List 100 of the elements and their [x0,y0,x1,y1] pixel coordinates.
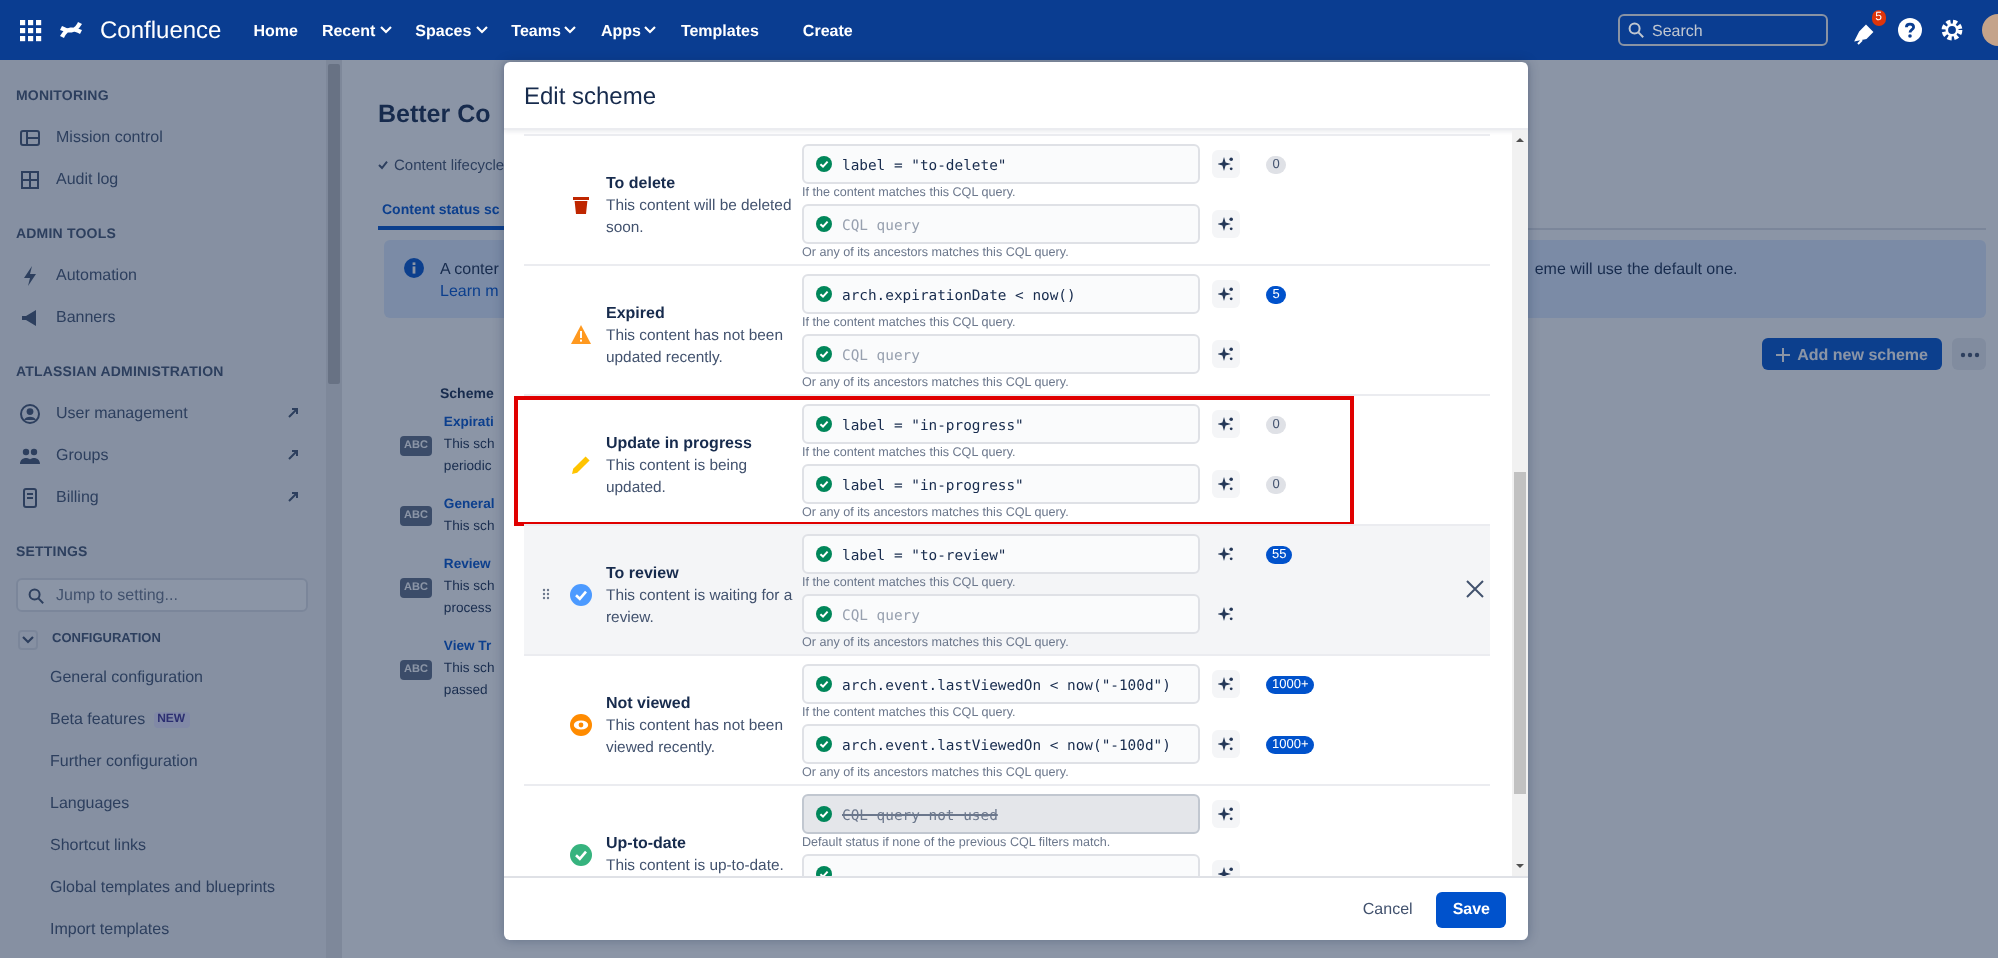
dialog-title: Edit scheme [524,81,657,109]
logo-icon[interactable] [60,20,82,40]
warning-icon [569,323,591,345]
learn-more-link[interactable]: Learn m [440,280,499,302]
sparkle-button[interactable] [1212,800,1240,828]
sidebar-item[interactable]: Audit log [16,158,326,200]
drag-handle-icon[interactable] [541,588,549,600]
cancel-button[interactable]: Cancel [1358,892,1417,926]
sidebar-item[interactable]: Beta features [50,710,146,728]
app-switcher-icon[interactable] [20,19,42,41]
megaphone-icon [20,307,40,327]
sparkle-button[interactable] [1212,210,1240,238]
collapse-toggle[interactable] [18,629,38,649]
sparkle-button[interactable] [1212,340,1240,368]
status-name: To review [606,561,681,583]
sidebar-item[interactable]: General configuration [50,668,203,686]
save-button[interactable]: Save [1436,891,1506,927]
close-icon [1465,579,1483,597]
sparkle-button[interactable] [1212,410,1240,438]
add-scheme-button[interactable]: Add new scheme [1761,338,1942,370]
sidebar-item[interactable]: Automation [16,254,326,296]
sidebar-item[interactable]: Billing [16,476,326,518]
status-name: To delete [606,171,678,193]
search-icon [1628,22,1644,38]
search-field[interactable]: Search [1618,14,1828,46]
sparkle-icon [1218,546,1234,562]
caret-icon [564,26,577,34]
external-link-icon [288,492,298,502]
status-name: Update in progress [606,431,754,453]
scrollbar[interactable] [326,60,342,958]
nav-menu-item[interactable]: Home [253,21,298,39]
sidebar-item[interactable]: Global templates and blueprints [50,878,276,896]
sidebar-item[interactable]: Import templates [50,920,170,938]
nav-menu-item[interactable]: Apps [600,21,657,39]
caret-icon [475,26,488,34]
sparkle-icon [1218,346,1234,362]
check-icon [816,346,832,362]
sparkle-icon [1218,806,1234,822]
sparkle-icon [1218,286,1234,302]
bolt-icon [20,265,40,285]
check-icon [378,160,388,170]
external-link-icon [288,450,298,460]
create-button[interactable]: Create [802,21,853,39]
settings-search-field[interactable]: Jump to setting... [16,578,308,612]
sidebar-item[interactable]: Groups [16,434,326,476]
product-name[interactable]: Confluence [100,16,222,44]
grid-icon [20,169,40,189]
caret-icon [379,26,392,34]
more-button[interactable] [1952,338,1986,370]
plus-icon [1775,347,1790,361]
info-text: A conter [440,258,499,280]
help-icon[interactable] [1898,18,1922,42]
check-icon [816,606,832,622]
sidebar-item[interactable]: Further configuration [50,752,198,770]
eye-icon [569,713,591,735]
sparkle-button[interactable] [1212,730,1240,758]
sidebar-item[interactable]: Banners [16,296,326,338]
sidebar-item[interactable]: Mission control [16,116,326,158]
sidebar-item[interactable]: Languages [50,794,130,812]
nav-menu-item[interactable]: Recent [321,21,392,39]
status-name: Not viewed [606,691,693,713]
close-button[interactable] [1464,578,1484,598]
sparkle-icon [1218,676,1234,692]
check-icon [816,806,832,822]
status-name: Expired [606,301,667,323]
nav-menu-item[interactable]: Templates [680,21,759,39]
info-icon [404,258,424,278]
sparkle-icon [1218,156,1234,172]
sidebar-item[interactable]: User management [16,392,326,434]
check-circle-icon [569,843,591,865]
check-icon [816,676,832,692]
sidebar-item[interactable]: Shortcut links [50,836,147,854]
doc-icon [20,487,40,507]
more-icon [1959,351,1979,357]
nav-menu-item[interactable]: Teams [511,21,577,39]
sparkle-button[interactable] [1212,470,1240,498]
check-icon [816,736,832,752]
info-text: eme will use the default one. [1534,258,1738,280]
group-icon [20,445,40,465]
check-icon [816,216,832,232]
sparkle-icon [1218,416,1234,432]
sparkle-icon [1218,476,1234,492]
settings-icon[interactable] [1940,18,1964,42]
check-circle-icon [569,583,591,605]
caret-icon [644,26,657,34]
panel-icon [20,127,40,147]
check-icon [816,476,832,492]
sparkle-icon [1218,736,1234,752]
sparkle-button[interactable] [1212,280,1240,308]
trash-icon [569,193,591,215]
check-icon [816,286,832,302]
pencil-icon [569,453,591,475]
nav-menu-item[interactable]: Spaces [415,21,488,39]
sparkle-button[interactable] [1212,150,1240,178]
sparkle-icon [1218,216,1234,232]
external-link-icon [288,408,298,418]
sparkle-button[interactable] [1212,670,1240,698]
chevron-icon [22,635,34,643]
status-name: Up-to-date [606,832,688,854]
scrollbar[interactable] [1512,130,1528,876]
